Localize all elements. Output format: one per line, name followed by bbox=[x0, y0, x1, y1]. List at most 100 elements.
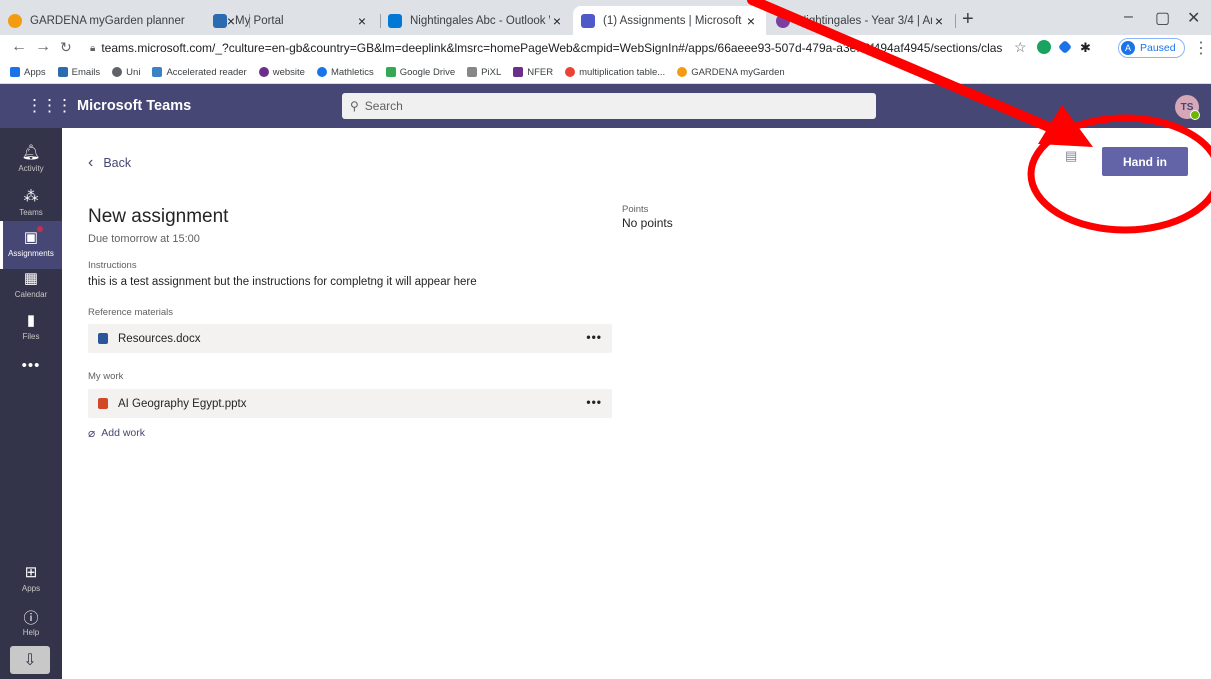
back-button[interactable]: ‹ Back bbox=[88, 154, 131, 172]
browser-tab-archbishop[interactable]: Nightingales - Year 3/4 | Archbis × bbox=[768, 6, 954, 35]
app-launcher-waffle-icon[interactable]: ⋮⋮⋮ bbox=[26, 96, 73, 116]
assignments-icon: ▣ bbox=[23, 229, 39, 246]
browser-tab-outlook[interactable]: Nightingales Abc - Outlook Web × bbox=[380, 6, 572, 35]
close-tab-icon[interactable]: × bbox=[550, 13, 564, 29]
presence-available-icon bbox=[1190, 110, 1200, 120]
work-file-card[interactable]: AI Geography Egypt.pptx ••• bbox=[88, 389, 612, 418]
rail-item-apps[interactable]: ⊞ Apps bbox=[0, 556, 62, 604]
website-icon bbox=[258, 67, 269, 77]
teams-icon: ⁂ bbox=[23, 188, 39, 205]
address-bar[interactable]: 🔒︎ teams.microsoft.com/_?culture=en-gb&c… bbox=[90, 37, 1002, 59]
user-avatar[interactable]: TS bbox=[1175, 95, 1200, 120]
reference-file-name: Resources.docx bbox=[118, 332, 201, 345]
reload-icon[interactable]: ↻ bbox=[60, 39, 72, 56]
url-text: teams.microsoft.com/_?culture=en-gb&coun… bbox=[101, 41, 1002, 55]
my-work-label: My work bbox=[88, 371, 124, 382]
nfer-icon bbox=[513, 67, 524, 77]
word-doc-icon bbox=[98, 333, 108, 344]
close-tab-icon[interactable]: × bbox=[744, 13, 758, 29]
reference-materials-label: Reference materials bbox=[88, 307, 174, 318]
back-arrow-icon[interactable]: ← bbox=[11, 38, 27, 56]
maximize-icon[interactable]: ▢ bbox=[1155, 8, 1170, 28]
instructions-label: Instructions bbox=[88, 260, 137, 271]
close-window-icon[interactable]: ✕ bbox=[1187, 8, 1200, 28]
teams-app-rail: 🔔︎ Activity ⁂ Teams ▣ Assignments ▦ Cale… bbox=[0, 128, 62, 679]
notification-badge bbox=[37, 226, 43, 232]
bookmark-multiplication[interactable]: multiplication table... bbox=[565, 67, 665, 78]
bookmark-uni[interactable]: Uni bbox=[112, 67, 140, 78]
lock-icon: 🔒︎ bbox=[90, 42, 96, 54]
pixl-icon bbox=[467, 67, 478, 77]
browser-tab-strip: GARDENA myGarden planner × My Portal × N… bbox=[0, 0, 1211, 35]
bookmark-emails[interactable]: Emails bbox=[57, 67, 100, 78]
immersive-reader-icon[interactable]: ▤ bbox=[1065, 148, 1081, 166]
points-value: No points bbox=[622, 216, 673, 230]
bookmark-star-icon[interactable]: ☆ bbox=[1014, 39, 1027, 56]
emails-icon bbox=[57, 67, 68, 77]
cap-extension-icon[interactable] bbox=[1057, 39, 1073, 55]
more-options-icon[interactable]: ••• bbox=[586, 395, 602, 409]
add-work-label: Add work bbox=[101, 427, 146, 439]
assignment-title: New assignment bbox=[88, 206, 229, 227]
tab-title: GARDENA myGarden planner bbox=[30, 14, 185, 27]
calendar-icon: ▦ bbox=[23, 270, 39, 287]
close-tab-icon[interactable]: × bbox=[355, 13, 369, 29]
download-icon: ⇩ bbox=[23, 652, 37, 669]
minimize-icon[interactable]: – bbox=[1124, 8, 1133, 26]
rail-item-more[interactable]: ••• bbox=[0, 350, 62, 398]
help-icon: ⓘ bbox=[23, 610, 39, 627]
globe-icon bbox=[112, 67, 123, 77]
portal-favicon-icon bbox=[213, 13, 227, 28]
new-tab-plus-icon[interactable]: + bbox=[962, 9, 974, 29]
tab-title: My Portal bbox=[235, 14, 284, 27]
bookmark-nfer[interactable]: NFER bbox=[513, 67, 553, 78]
close-tab-icon[interactable]: × bbox=[932, 13, 946, 29]
profile-avatar: A bbox=[1121, 41, 1135, 55]
browser-tab-teams-assignments[interactable]: (1) Assignments | Microsoft Team × bbox=[573, 6, 766, 35]
profile-paused-button[interactable]: A Paused bbox=[1118, 38, 1185, 58]
extensions-puzzle-icon[interactable]: ✱ bbox=[1080, 40, 1091, 56]
bookmark-apps[interactable]: Apps bbox=[10, 67, 46, 78]
paperclip-icon: ⌀ bbox=[88, 426, 96, 440]
browser-menu-icon[interactable]: ⋮ bbox=[1193, 38, 1209, 58]
reader-icon bbox=[152, 67, 163, 77]
bookmark-accelerated-reader[interactable]: Accelerated reader bbox=[152, 67, 247, 78]
rail-item-calendar[interactable]: ▦ Calendar bbox=[0, 262, 62, 310]
search-placeholder: Search bbox=[364, 99, 403, 113]
chevron-left-icon: ‹ bbox=[88, 154, 94, 171]
search-input[interactable]: ⚲ Search bbox=[342, 93, 876, 119]
mathletics-icon bbox=[316, 67, 327, 77]
points-label: Points bbox=[622, 204, 649, 215]
bookmark-pixl[interactable]: PiXL bbox=[467, 67, 501, 78]
school-favicon-icon bbox=[776, 13, 790, 28]
profile-status: Paused bbox=[1140, 42, 1176, 54]
bell-icon: 🔔︎ bbox=[21, 144, 41, 161]
reference-file-card[interactable]: Resources.docx ••• bbox=[88, 324, 612, 353]
google-drive-icon bbox=[385, 67, 396, 77]
more-icon: ••• bbox=[21, 357, 41, 374]
powerpoint-icon bbox=[98, 398, 108, 409]
app-title: Microsoft Teams bbox=[77, 98, 192, 114]
forward-arrow-icon[interactable]: → bbox=[35, 38, 51, 56]
bookmark-website[interactable]: website bbox=[258, 67, 305, 78]
rail-item-activity[interactable]: 🔔︎ Activity bbox=[0, 136, 62, 184]
tab-title: Nightingales - Year 3/4 | Archbis bbox=[798, 14, 932, 27]
files-icon: ▮ bbox=[26, 312, 36, 329]
hand-in-button[interactable]: Hand in bbox=[1102, 147, 1188, 176]
grammarly-extension-icon[interactable] bbox=[1037, 40, 1051, 54]
rail-item-files[interactable]: ▮ Files bbox=[0, 304, 62, 352]
bookmark-google-drive[interactable]: Google Drive bbox=[385, 67, 455, 78]
add-work-button[interactable]: ⌀ Add work bbox=[88, 426, 145, 440]
more-options-icon[interactable]: ••• bbox=[586, 330, 602, 344]
instructions-text: this is a test assignment but the instru… bbox=[88, 276, 477, 288]
browser-tab-my-portal[interactable]: My Portal × bbox=[205, 6, 377, 35]
bookmark-gardena[interactable]: GARDENA myGarden bbox=[677, 67, 785, 78]
bookmarks-bar: Apps Emails Uni Accelerated reader websi… bbox=[0, 61, 1211, 84]
bookmark-mathletics[interactable]: Mathletics bbox=[316, 67, 374, 78]
apps-grid-icon bbox=[10, 67, 20, 77]
download-app-button[interactable]: ⇩ bbox=[10, 646, 50, 674]
tab-title: (1) Assignments | Microsoft Team bbox=[603, 14, 744, 27]
tab-title: Nightingales Abc - Outlook Web bbox=[410, 14, 550, 27]
search-icon: ⚲ bbox=[350, 99, 359, 113]
rail-item-help[interactable]: ⓘ Help bbox=[0, 600, 62, 648]
